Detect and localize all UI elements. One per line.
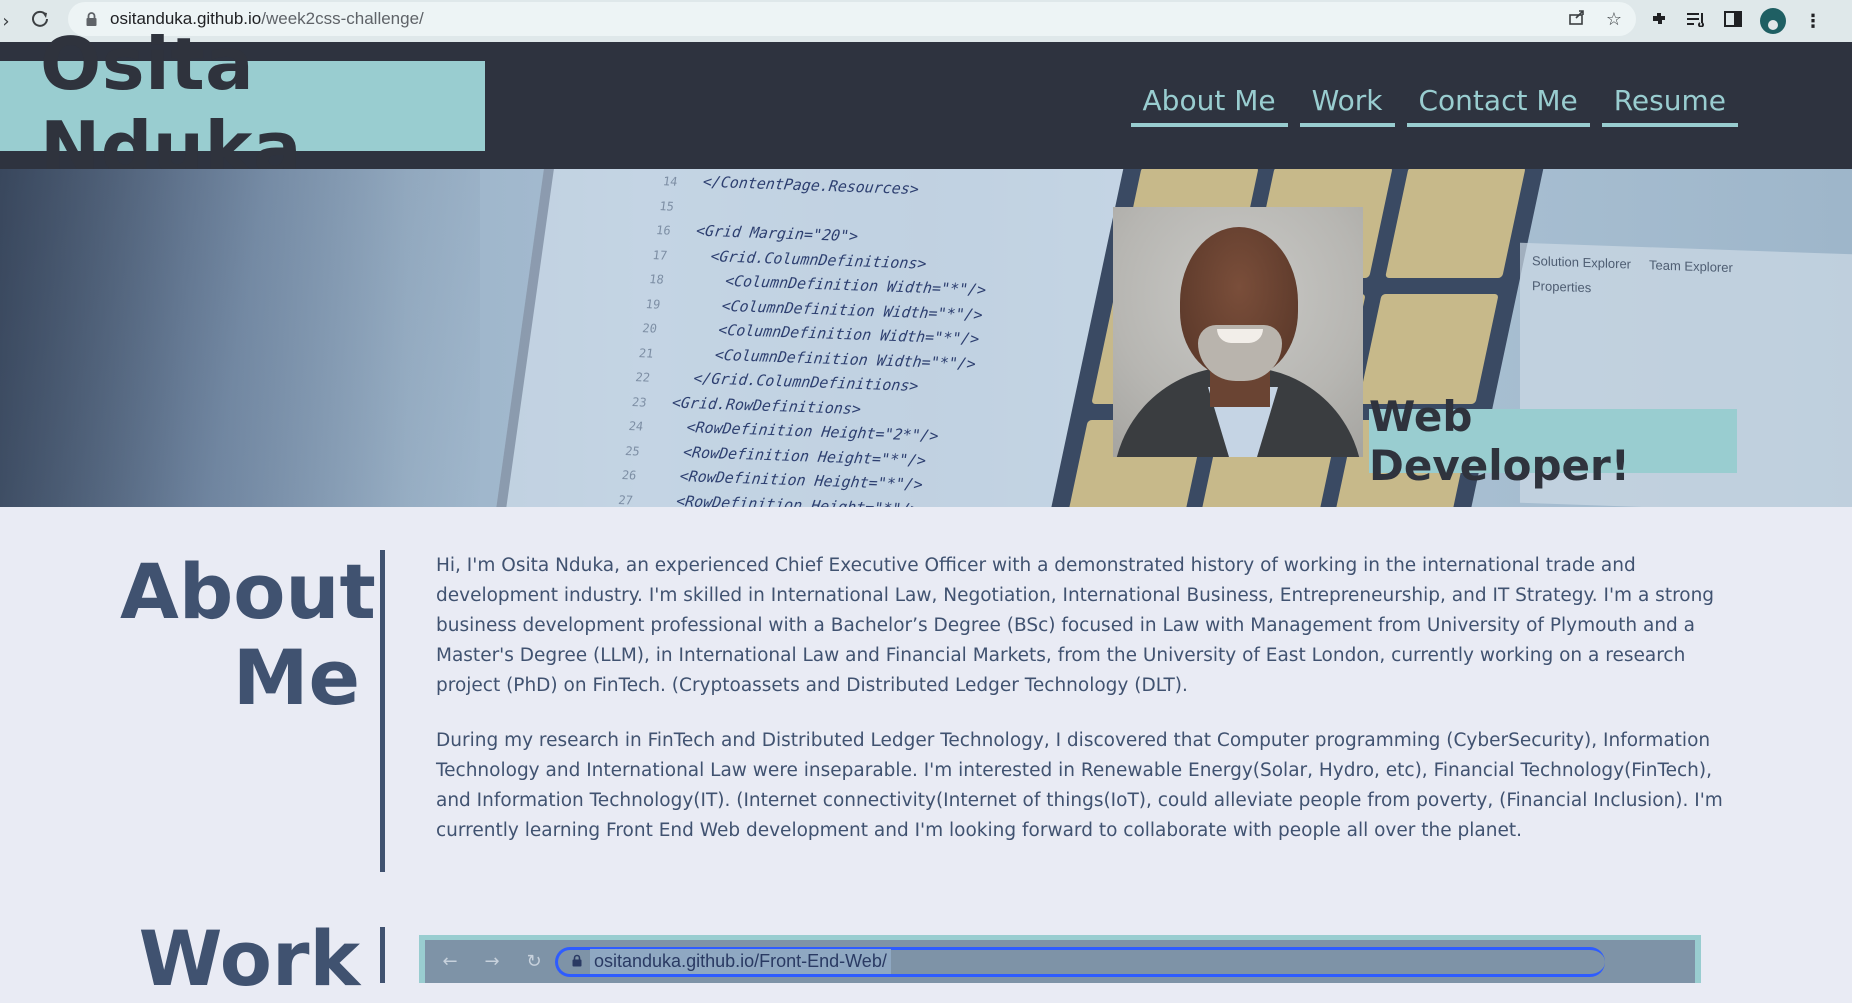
nav-link-about-me[interactable]: About Me <box>1130 84 1288 127</box>
code-line-number: 14 <box>662 174 679 189</box>
code-line-number: 21 <box>638 345 655 361</box>
screenshot-reload-icon: ↻ <box>526 951 542 972</box>
reading-list-icon[interactable] <box>1686 11 1706 32</box>
screenshot-forward-icon: → <box>484 951 500 972</box>
code-line-number: 26 <box>620 468 638 483</box>
brand-box: Osita Nduka <box>0 22 485 190</box>
site-header: Osita Nduka About Me Work Contact Me Res… <box>0 22 1852 190</box>
code-line-number: 22 <box>634 370 651 385</box>
work-divider <box>380 927 385 983</box>
profile-photo <box>1113 207 1363 457</box>
nav-link-resume[interactable]: Resume <box>1601 84 1738 127</box>
work-project-url[interactable]: ositanduka.github.io/Front-End-Web/ <box>590 949 891 974</box>
code-line-number: 20 <box>641 321 658 336</box>
nav-link-contact-me[interactable]: Contact Me <box>1406 84 1590 127</box>
code-line-number: 18 <box>648 272 665 287</box>
about-heading-line1: About <box>120 547 376 636</box>
code-line-text: <Grid.RowDefinitions> <box>670 392 863 418</box>
code-line-number: 16 <box>655 223 672 238</box>
code-line-number: 25 <box>624 443 641 459</box>
about-paragraph-2: During my research in FinTech and Distri… <box>436 730 1723 841</box>
tagline-text: Web Developer! <box>1369 392 1630 490</box>
hero-background-shade <box>0 169 480 507</box>
work-project-card[interactable]: ← → ↻ ositanduka.github.io/Front-End-Web… <box>419 935 1701 983</box>
side-panel-icon[interactable] <box>1724 10 1742 32</box>
ide-tab-solution-explorer: Solution Explorer <box>1532 253 1631 272</box>
work-heading: Work <box>138 914 360 1003</box>
work-screenshot-browser-bar: ← → ↻ ositanduka.github.io/Front-End-Web… <box>425 940 1695 983</box>
about-heading: About Me <box>120 549 376 722</box>
ide-properties-label: Properties <box>1532 278 1592 296</box>
hero-code-snippet: 14 </ContentPage.Resources> 15 16 <Grid Marg… <box>617 169 1002 507</box>
code-line-number: 15 <box>658 198 675 214</box>
about-body: Hi, I'm Osita Nduka, an experienced Chie… <box>436 551 1736 871</box>
code-line-number: 24 <box>627 419 645 434</box>
screenshot-address-bar: ositanduka.github.io/Front-End-Web/ <box>555 946 1605 977</box>
code-line-number: 19 <box>644 296 662 312</box>
code-line-text: <Grid Margin="20"> <box>694 221 860 246</box>
screenshot-back-icon: ← <box>442 951 458 972</box>
about-heading-line2: Me <box>232 633 360 722</box>
about-divider <box>380 550 385 872</box>
back-arrow-icon[interactable]: › <box>0 7 20 35</box>
ide-tab-team-explorer: Team Explorer <box>1649 257 1733 276</box>
code-line-number: 27 <box>617 492 634 507</box>
share-icon[interactable] <box>1568 8 1586 31</box>
nav-link-work[interactable]: Work <box>1299 84 1395 127</box>
profile-avatar-icon[interactable] <box>1760 8 1786 34</box>
main-nav: About Me Work Contact Me Resume <box>1130 84 1738 127</box>
bookmark-star-icon[interactable]: ☆ <box>1606 9 1622 30</box>
code-line-number: 23 <box>631 394 648 410</box>
hero-tagline: Web Developer! <box>1369 392 1737 490</box>
about-paragraph-1: Hi, I'm Osita Nduka, an experienced Chie… <box>436 555 1715 696</box>
code-line-text: </ContentPage.Resources> <box>701 172 921 199</box>
more-menu-icon[interactable]: ⋮ <box>1804 11 1822 32</box>
code-line-number: 17 <box>651 247 669 263</box>
site-title: Osita Nduka <box>40 22 303 190</box>
screenshot-lock-icon <box>572 951 582 972</box>
extensions-icon[interactable] <box>1650 10 1668 33</box>
